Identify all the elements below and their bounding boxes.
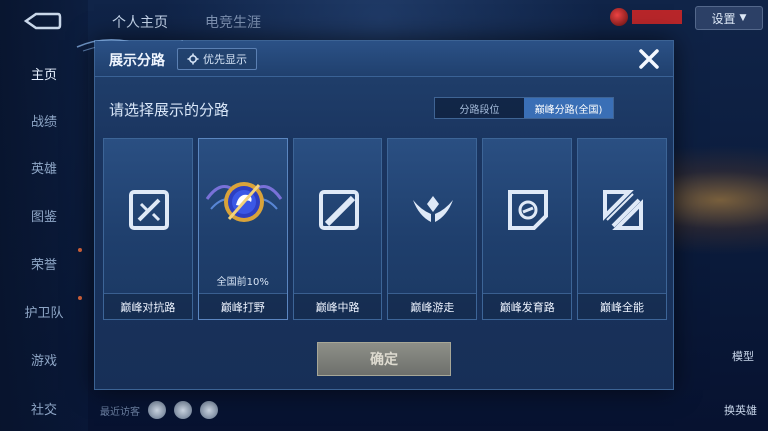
dialog-title: 展示分路 [109, 53, 165, 69]
priority-display-button[interactable]: 优先显示 [177, 48, 257, 70]
lane-card-label: 巅峰全能 [578, 293, 666, 319]
tab-lane-rank[interactable]: 分路段位 [435, 98, 524, 118]
lane-card-label: 巅峰发育路 [483, 293, 572, 319]
lane-card-label: 巅峰对抗路 [104, 293, 192, 319]
tab-profile[interactable]: 个人主页 [112, 12, 168, 32]
close-icon [639, 49, 659, 69]
lane-card-roam[interactable]: 巅峰游走 [387, 138, 478, 320]
sidebar-item-home[interactable]: 主页 [0, 59, 88, 87]
gear-icon [187, 53, 199, 65]
event-badge[interactable] [610, 6, 690, 28]
rank-percent: 全国前10% [216, 277, 269, 288]
dialog-subtitle: 请选择展示的分路 [109, 101, 230, 119]
lane-cards: 巅峰对抗路 全国前10% 巅峰打野 巅峰中路 巅峰游走 巅峰发育路 巅峰全能 [103, 138, 667, 320]
settings-button[interactable]: 设置 ▼ [695, 6, 763, 30]
model-label[interactable]: 模型 [732, 348, 754, 364]
clash-lane-icon [129, 190, 169, 230]
sidebar-item-games[interactable]: 游戏 [0, 345, 88, 373]
avatar[interactable] [148, 401, 166, 419]
lane-card-jungle[interactable]: 全国前10% 巅峰打野 [197, 138, 288, 320]
lane-card-label: 巅峰中路 [293, 293, 382, 319]
tab-peak-lane-national[interactable]: 巅峰分路(全国) [524, 98, 613, 118]
sidebar-item-gallery[interactable]: 图鉴 [0, 201, 88, 229]
all-round-icon [603, 190, 644, 230]
sidebar-item-social[interactable]: 社交 [0, 394, 88, 422]
confirm-button[interactable]: 确定 [317, 342, 451, 376]
lane-display-dialog: 展示分路 优先显示 请选择展示的分路 分路段位 巅峰分路(全国) 巅峰对抗路 全… [76, 39, 674, 390]
avatar[interactable] [200, 401, 218, 419]
lane-source-toggle: 分路段位 巅峰分路(全国) [434, 97, 614, 119]
roam-wings-icon [413, 196, 454, 222]
event-banner [632, 10, 682, 24]
sidebar-item-guard-team[interactable]: 护卫队 [0, 297, 88, 325]
back-button[interactable] [20, 8, 64, 34]
sidebar-item-records[interactable]: 战绩 [0, 106, 88, 134]
lane-card-label: 巅峰打野 [198, 293, 287, 319]
sidebar-item-heroes[interactable]: 英雄 [0, 153, 88, 181]
mid-lane-icon [318, 190, 359, 230]
lane-card-mid[interactable]: 巅峰中路 [292, 138, 383, 320]
switch-hero-label[interactable]: 换英雄 [724, 402, 757, 418]
back-arrow-icon [23, 12, 62, 30]
farm-lane-icon [508, 190, 549, 230]
tab-esports-career[interactable]: 电竞生涯 [205, 12, 261, 32]
left-sidebar: 主页 战绩 英雄 图鉴 荣誉 护卫队 游戏 社交 [0, 0, 88, 431]
lane-card-clash[interactable]: 巅峰对抗路 [103, 138, 193, 320]
avatar[interactable] [174, 401, 192, 419]
lane-card-farm[interactable]: 巅峰发育路 [482, 138, 573, 320]
jungle-emblem-icon [205, 182, 283, 222]
chevron-down-icon: ▼ [739, 13, 747, 23]
dialog-header: 展示分路 优先显示 [95, 41, 673, 77]
close-button[interactable] [636, 46, 662, 72]
lane-card-all-round[interactable]: 巅峰全能 [577, 138, 667, 320]
event-avatar-icon [610, 8, 628, 26]
notification-dot [78, 296, 82, 300]
notification-dot [78, 248, 82, 252]
lane-card-label: 巅峰游走 [388, 293, 477, 319]
recent-visitors: 最近访客 [100, 398, 400, 422]
sidebar-item-honors[interactable]: 荣誉 [0, 249, 88, 277]
